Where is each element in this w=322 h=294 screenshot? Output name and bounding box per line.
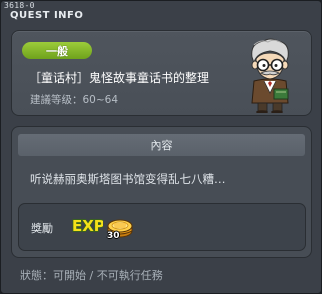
quest-description: 听说赫丽奥斯塔图书馆变得乱七八糟… bbox=[30, 172, 226, 186]
quest-content-card: 內容 听说赫丽奥斯塔图书馆变得乱七八糟… 獎勵 EXP 30 bbox=[11, 126, 312, 258]
reward-box: 獎勵 EXP 30 bbox=[18, 203, 306, 251]
window-title: QUEST INFO bbox=[10, 10, 84, 21]
quest-title: ［童话村］鬼怪故事童话书的整理 bbox=[29, 71, 210, 85]
quest-status: 狀態：可開始 / 不可執行任務 bbox=[20, 267, 163, 283]
window-id-tag: 3618-0 bbox=[4, 1, 35, 10]
quest-type-badge: 一般 bbox=[22, 42, 92, 59]
meso-reward-count: 30 bbox=[107, 231, 120, 241]
exp-icon[interactable]: EXP bbox=[71, 216, 103, 234]
content-header: 內容 bbox=[18, 134, 305, 156]
npc-librarian-icon bbox=[251, 38, 289, 113]
reward-label: 獎勵 bbox=[31, 222, 53, 235]
svg-text:EXP: EXP bbox=[72, 217, 103, 234]
quest-summary-card: 一般 ［童话村］鬼怪故事童话书的整理 建議等级：60~64 bbox=[11, 30, 312, 116]
quest-recommended-level: 建議等级：60~64 bbox=[30, 94, 119, 106]
status-value: 可開始 / 不可執行任務 bbox=[53, 269, 163, 282]
quest-info-window: 3618-0 QUEST INFO 一般 ［童话村］鬼怪故事童话书的整理 建議等… bbox=[0, 0, 322, 294]
status-label: 狀態： bbox=[20, 269, 53, 282]
